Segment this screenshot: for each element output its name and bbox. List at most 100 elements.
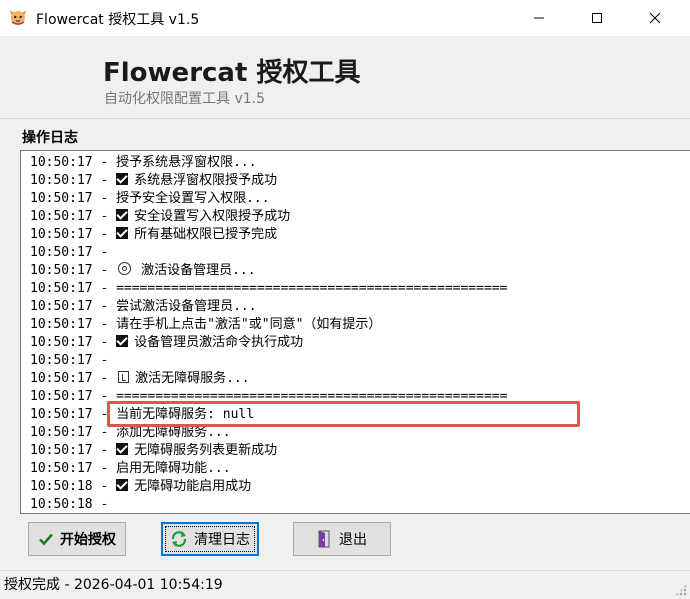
log-separator: - (92, 245, 117, 260)
log-message: 设备管理员激活命令执行成功 (134, 335, 304, 350)
log-message: 无障碍功能启用成功 (134, 479, 252, 494)
log-separator: - (92, 299, 117, 314)
log-timestamp: 10:50:17 (30, 389, 93, 404)
start-authorize-button[interactable]: 开始授权 (28, 522, 126, 556)
log-line: 10:50:17 - 激活无障碍服务... (30, 370, 507, 388)
log-separator: - (92, 173, 117, 188)
log-timestamp: 10:50:17 (30, 209, 93, 224)
checkbox-checked-icon (116, 173, 129, 185)
exit-button[interactable]: 退出 (293, 522, 391, 556)
log-message: ========================================… (116, 281, 508, 296)
checkbox-checked-icon (116, 443, 129, 455)
checkmark-icon (39, 533, 53, 546)
log-message: 当前无障碍服务: null (116, 407, 255, 422)
log-separator: - (92, 443, 117, 458)
log-separator: - (92, 371, 117, 386)
log-line: 10:50:17 - 无障碍服务列表更新成功 (30, 442, 507, 460)
log-message: 系统悬浮窗权限授予成功 (134, 173, 278, 188)
log-timestamp: 10:50:17 (30, 263, 93, 278)
log-timestamp: 10:50:17 (30, 461, 93, 476)
window-title: Flowercat 授权工具 v1.5 (36, 12, 200, 28)
gear-icon (118, 262, 132, 275)
clear-button-label: 清理日志 (194, 532, 250, 548)
log-timestamp: 10:50:17 (30, 245, 93, 260)
log-timestamp: 10:50:17 (30, 227, 93, 242)
log-separator: - (92, 191, 117, 206)
exit-button-label: 退出 (339, 532, 367, 548)
log-separator: - (92, 227, 117, 242)
log-timestamp: 10:50:17 (30, 299, 93, 314)
close-button[interactable] (626, 0, 684, 36)
log-line: 10:50:17 - 授予安全设置写入权限... (30, 190, 507, 208)
log-line: 10:50:17 - 请在手机上点击"激活"或"同意"（如有提示） (30, 316, 507, 334)
log-separator: - (92, 461, 117, 476)
log-message: 授予系统悬浮窗权限... (116, 155, 257, 170)
log-timestamp: 10:50:18 (30, 479, 93, 494)
log-separator: - (92, 263, 117, 278)
log-separator: - (92, 407, 117, 422)
log-lines: 10:50:17 - 授予系统悬浮窗权限... 10:50:17 - 系统悬浮窗权… (30, 154, 507, 513)
log-timestamp: 10:50:17 (30, 425, 93, 440)
status-bar: 授权完成 - 2026-04-01 10:54:19 (0, 570, 690, 599)
log-timestamp: 10:50:18 (30, 497, 93, 512)
log-timestamp: 10:50:17 (30, 407, 93, 422)
log-message: ========================================… (116, 389, 508, 404)
title-bar[interactable]: Flowercat 授权工具 v1.5 (0, 0, 690, 36)
log-separator: - (92, 497, 117, 512)
log-line: 10:50:17 - 添加无障碍服务... (30, 424, 507, 442)
banner-divider (0, 118, 690, 119)
log-separator: - (92, 479, 117, 494)
start-button-label: 开始授权 (60, 532, 116, 548)
log-timestamp: 10:50:17 (30, 173, 93, 188)
log-message: 所有基础权限已授予完成 (134, 227, 278, 242)
log-timestamp: 10:50:17 (30, 155, 93, 170)
clear-log-button[interactable]: 清理日志 (161, 522, 259, 556)
log-line: 10:50:17 - (30, 244, 507, 262)
status-text: 授权完成 - 2026-04-01 10:54:19 (4, 577, 223, 593)
accessibility-icon (118, 371, 130, 383)
log-message: 启用无障碍功能... (116, 461, 231, 476)
log-message: 激活设备管理员... (141, 263, 256, 278)
resize-grip-icon[interactable] (675, 584, 687, 596)
log-message: 安全设置写入权限授予成功 (134, 209, 291, 224)
log-timestamp: 10:50:17 (30, 317, 93, 332)
log-message: 授予安全设置写入权限... (116, 191, 270, 206)
checkbox-checked-icon (116, 209, 129, 221)
log-message: 请在手机上点击"激活"或"同意"（如有提示） (116, 317, 382, 332)
log-separator: - (92, 281, 117, 296)
minimize-button[interactable] (510, 0, 568, 36)
log-line: 10:50:18 - (30, 496, 507, 513)
log-line: 10:50:17 - =============================… (30, 388, 507, 406)
log-line: 10:50:17 - 设备管理员激活命令执行成功 (30, 334, 507, 352)
log-timestamp: 10:50:17 (30, 281, 93, 296)
log-separator: - (92, 389, 117, 404)
log-timestamp: 10:50:17 (30, 191, 93, 206)
log-line: 10:50:17 - (30, 352, 507, 370)
log-line: 10:50:17 - 当前无障碍服务: null (30, 406, 507, 424)
log-line: 10:50:17 - 尝试激活设备管理员... (30, 298, 507, 316)
log-separator: - (92, 155, 117, 170)
minimize-icon (534, 17, 544, 19)
log-line: 10:50:17 - 激活设备管理员... (30, 262, 507, 280)
log-textbox[interactable]: 10:50:17 - 授予系统悬浮窗权限... 10:50:17 - 系统悬浮窗权… (20, 150, 690, 514)
log-separator: - (92, 425, 117, 440)
refresh-icon (171, 531, 187, 547)
log-separator: - (92, 317, 117, 332)
log-line: 10:50:17 - 所有基础权限已授予完成 (30, 226, 507, 244)
log-message: 激活无障碍服务... (135, 371, 250, 386)
cat-face-icon (8, 7, 28, 27)
log-separator: - (92, 209, 117, 224)
log-line: 10:50:17 - =============================… (30, 280, 507, 298)
checkbox-checked-icon (116, 335, 129, 347)
app-subtitle: 自动化权限配置工具 v1.5 (104, 91, 265, 107)
log-line: 10:50:17 - 系统悬浮窗权限授予成功 (30, 172, 507, 190)
close-icon (649, 12, 661, 24)
log-timestamp: 10:50:17 (30, 443, 93, 458)
exit-door-icon (318, 530, 330, 548)
log-timestamp: 10:50:17 (30, 371, 93, 386)
maximize-button[interactable] (568, 0, 626, 36)
log-timestamp: 10:50:17 (30, 353, 93, 368)
log-separator: - (92, 353, 117, 368)
checkbox-checked-icon (116, 227, 129, 239)
app-heading: Flowercat 授权工具 (103, 58, 361, 88)
